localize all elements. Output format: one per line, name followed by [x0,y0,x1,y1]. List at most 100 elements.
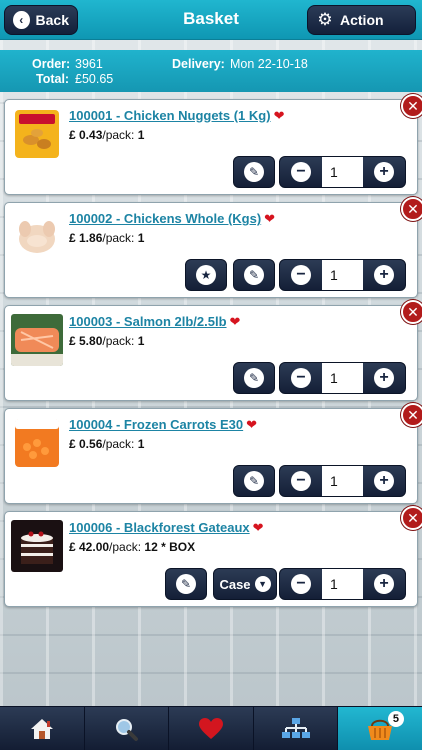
quantity-input[interactable] [322,466,363,496]
order-info-bar: Order: 3961 Total: £50.65 Delivery: Mon … [0,50,422,92]
order-label: Order: [32,57,71,71]
pack-size: 1 [137,128,145,142]
favorite-heart-icon[interactable]: ❤ [246,417,257,433]
product-title-link[interactable]: 100001 - Chicken Nuggets (1 Kg) ❤ [69,108,284,124]
favorite-heart-icon[interactable]: ❤ [253,520,264,536]
categories-icon [281,717,310,738]
quantity-input[interactable] [322,260,363,290]
remove-item-button[interactable]: ✕ [401,506,422,530]
minus-icon: − [291,162,311,182]
pack-size: 1 [137,437,145,451]
chevron-down-icon: ▼ [254,576,271,592]
edit-note-button[interactable]: ✎ [233,362,275,394]
bottom-tab-bar: 5 [0,706,422,750]
quantity-stepper: − + [279,259,406,291]
minus-icon: − [291,265,311,285]
pencil-icon: ✎ [244,368,264,388]
delivery-date: Mon 22-10-18 [230,57,308,71]
product-title[interactable]: 100006 - Blackforest Gateaux [69,520,250,535]
increase-button[interactable]: + [363,363,405,393]
price-line: £ 5.80/pack: 1 [69,334,144,348]
close-icon: ✕ [407,98,419,114]
price-line: £ 0.56/pack: 1 [69,437,144,451]
pencil-icon: ✎ [244,162,264,182]
product-thumbnail [11,211,63,263]
home-icon [30,718,53,739]
close-icon: ✕ [407,510,419,526]
tab-search[interactable] [85,707,170,750]
pack-label: /pack: [102,128,135,142]
close-icon: ✕ [407,201,419,217]
edit-note-button[interactable]: ✎ [165,568,207,600]
favorite-heart-icon[interactable]: ❤ [230,314,241,330]
tab-categories[interactable] [254,707,339,750]
unit-price: £ 42.00 [69,540,110,554]
unit-price: £ 5.80 [69,334,103,348]
quantity-input[interactable] [322,569,363,599]
product-title[interactable]: 100002 - Chickens Whole (Kgs) [69,211,261,226]
product-title-link[interactable]: 100004 - Frozen Carrots E30 ❤ [69,417,257,433]
product-title[interactable]: 100001 - Chicken Nuggets (1 Kg) [69,108,271,123]
product-title-link[interactable]: 100002 - Chickens Whole (Kgs) ❤ [69,211,275,227]
product-title-link[interactable]: 100006 - Blackforest Gateaux ❤ [69,520,264,536]
edit-note-button[interactable]: ✎ [233,156,275,188]
remove-item-button[interactable]: ✕ [401,300,422,324]
decrease-button[interactable]: − [280,260,322,290]
plus-icon: + [374,368,394,388]
minus-icon: − [291,368,311,388]
product-thumbnail [11,108,63,160]
decrease-button[interactable]: − [280,157,322,187]
tab-basket[interactable]: 5 [338,707,422,750]
quantity-stepper: − + [279,568,406,600]
basket-item: 100004 - Frozen Carrots E30 ❤ £ 0.56/pack… [4,403,422,504]
pencil-icon: ✎ [176,574,196,594]
remove-item-button[interactable]: ✕ [401,403,422,427]
edit-note-button[interactable]: ✎ [233,259,275,291]
increase-button[interactable]: + [363,466,405,496]
product-title[interactable]: 100004 - Frozen Carrots E30 [69,417,243,432]
quantity-input[interactable] [322,157,363,187]
quantity-stepper: − + [279,362,406,394]
top-bar: ‹ Back Basket ⚙ Action [0,0,422,40]
price-line: £ 1.86/pack: 1 [69,231,144,245]
unit-price: £ 1.86 [69,231,103,245]
action-label: Action [340,12,384,28]
basket-item: 100006 - Blackforest Gateaux ❤ £ 42.00/pa… [4,506,422,607]
decrease-button[interactable]: − [280,363,322,393]
price-line: £ 42.00/pack: 12 * BOX [69,540,195,554]
pack-label: /pack: [102,334,135,348]
decrease-button[interactable]: − [280,569,322,599]
product-title-link[interactable]: 100003 - Salmon 2lb/2.5lb ❤ [69,314,240,330]
minus-icon: − [291,471,311,491]
action-button[interactable]: ⚙ Action [307,5,416,35]
unit-select-value: Case [219,576,251,592]
increase-button[interactable]: + [363,260,405,290]
increase-button[interactable]: + [363,569,405,599]
tab-home[interactable] [0,707,85,750]
increase-button[interactable]: + [363,157,405,187]
remove-item-button[interactable]: ✕ [401,94,422,118]
pack-size: 1 [137,231,145,245]
pencil-icon: ✎ [244,471,264,491]
edit-note-button[interactable]: ✎ [233,465,275,497]
plus-icon: + [374,162,394,182]
basket-count-badge: 5 [387,711,404,727]
quantity-input[interactable] [322,363,363,393]
quantity-stepper: − + [279,156,406,188]
favorite-heart-icon[interactable]: ❤ [264,211,275,227]
search-icon [116,718,139,741]
favorite-star-button[interactable]: ★ [185,259,227,291]
pack-label: /pack: [102,437,135,451]
basket-item: 100001 - Chicken Nuggets (1 Kg) ❤ £ 0.43/… [4,94,422,195]
total-label: Total: [36,72,70,86]
quantity-stepper: − + [279,465,406,497]
remove-item-button[interactable]: ✕ [401,197,422,221]
pencil-icon: ✎ [244,265,264,285]
unit-price: £ 0.43 [69,128,103,142]
favorite-heart-icon[interactable]: ❤ [274,108,285,124]
heart-icon [198,717,223,739]
unit-select-dropdown[interactable]: Case ▼ [213,568,277,600]
product-title[interactable]: 100003 - Salmon 2lb/2.5lb [69,314,227,329]
decrease-button[interactable]: − [280,466,322,496]
tab-favorites[interactable] [169,707,254,750]
